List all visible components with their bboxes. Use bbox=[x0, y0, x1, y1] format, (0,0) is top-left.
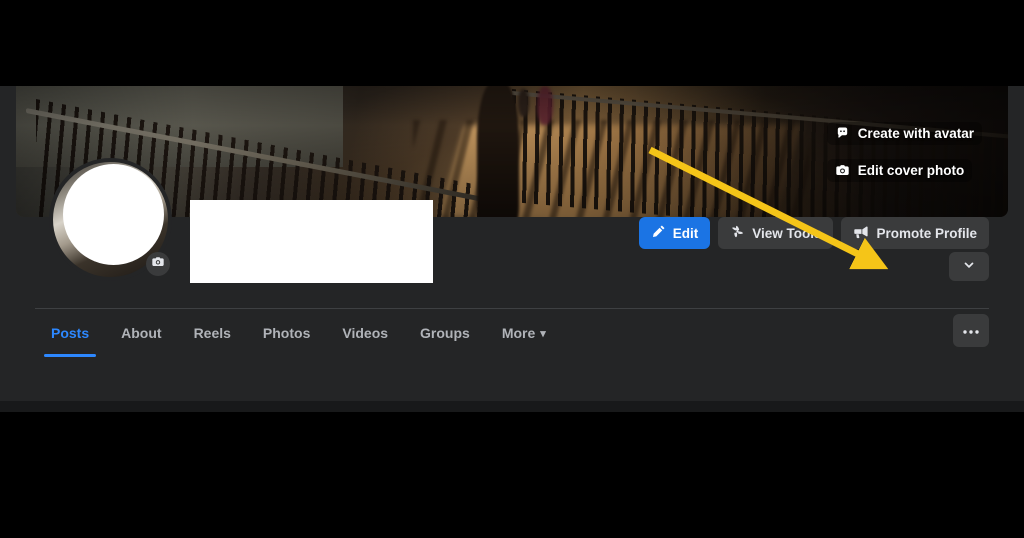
tab-photos[interactable]: Photos bbox=[247, 309, 326, 357]
tab-videos[interactable]: Videos bbox=[326, 309, 404, 357]
tab-overflow-button[interactable] bbox=[953, 314, 989, 347]
chevron-down-icon: ▾ bbox=[540, 327, 546, 340]
tab-photos-label: Photos bbox=[262, 325, 311, 341]
profile-name-redaction bbox=[190, 200, 433, 283]
profile-tab-bar: Posts About Reels Photos Videos Groups M… bbox=[35, 309, 989, 357]
tab-reels[interactable]: Reels bbox=[178, 309, 247, 357]
change-profile-photo-button[interactable] bbox=[146, 252, 170, 276]
tab-videos-label: Videos bbox=[342, 325, 389, 341]
avatar[interactable] bbox=[49, 158, 172, 281]
view-tools-button[interactable]: View Tools bbox=[718, 217, 834, 249]
tab-overflow-wrap bbox=[953, 86, 989, 386]
megaphone-icon bbox=[853, 224, 869, 243]
profile-action-buttons: Edit View Tools Promote Profile bbox=[638, 217, 989, 249]
tab-about-label: About bbox=[121, 325, 162, 341]
tab-posts[interactable]: Posts bbox=[35, 309, 105, 357]
edit-cover-photo-button[interactable]: Edit cover photo bbox=[826, 159, 973, 182]
tab-more-label: More bbox=[501, 325, 536, 341]
edit-cover-photo-label: Edit cover photo bbox=[857, 163, 965, 178]
ellipsis-icon bbox=[962, 323, 980, 338]
pencil-icon bbox=[651, 224, 666, 242]
edit-profile-label: Edit bbox=[672, 225, 699, 241]
tab-groups[interactable]: Groups bbox=[404, 309, 486, 357]
avatar-redaction-overlay bbox=[63, 164, 164, 265]
screenshot-root: Create with avatar Edit cover photo Edit… bbox=[0, 0, 1024, 538]
edit-profile-button[interactable]: Edit bbox=[638, 217, 711, 249]
tab-more[interactable]: More ▾ bbox=[486, 309, 562, 357]
camera-icon bbox=[835, 163, 850, 178]
tab-reels-label: Reels bbox=[193, 325, 231, 341]
content-band-footer bbox=[0, 401, 1024, 412]
tab-groups-label: Groups bbox=[420, 325, 470, 341]
tab-posts-label: Posts bbox=[51, 325, 90, 341]
avatar-icon bbox=[835, 126, 850, 141]
browser-content-band: Create with avatar Edit cover photo Edit… bbox=[0, 86, 1024, 412]
camera-icon bbox=[151, 255, 165, 274]
tools-pinwheel-icon bbox=[730, 224, 745, 242]
tab-about[interactable]: About bbox=[105, 309, 177, 357]
view-tools-label: View Tools bbox=[752, 225, 822, 241]
